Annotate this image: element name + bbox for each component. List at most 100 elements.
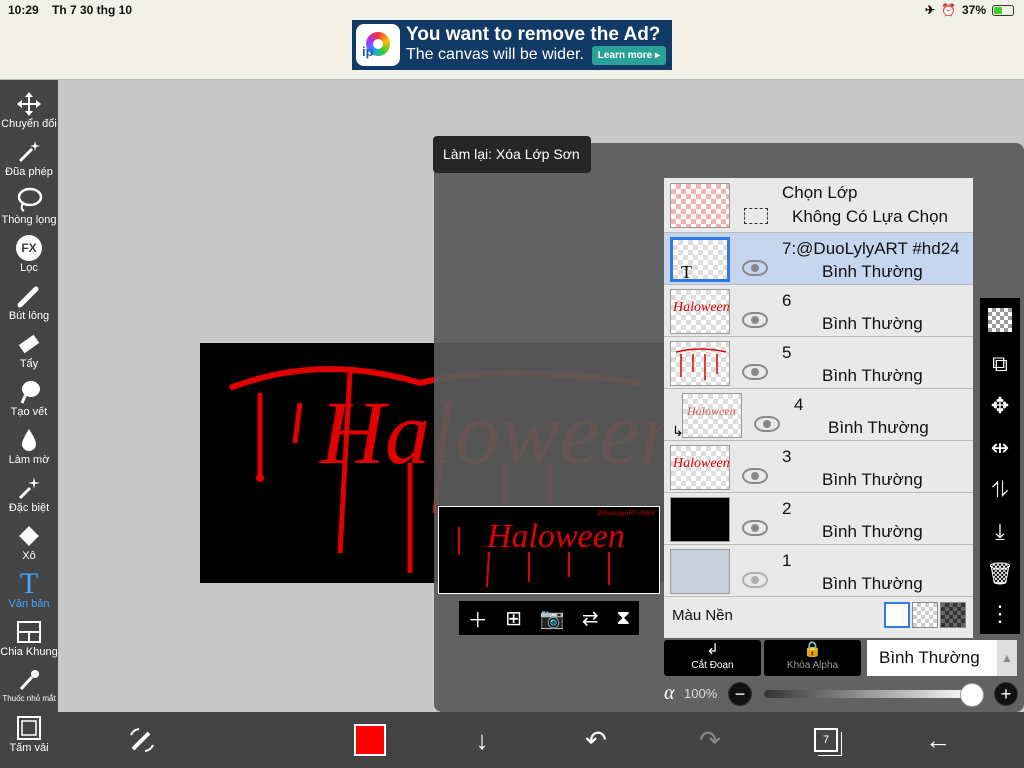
tool-frame-divider[interactable]: Chia Khung bbox=[0, 618, 58, 666]
tool-canvas[interactable]: Tấm vải bbox=[0, 714, 58, 762]
layers-stack-icon[interactable]: 7 bbox=[806, 720, 846, 760]
duplicate-layer-icon[interactable]: ⊞ bbox=[505, 606, 522, 631]
flip-icon[interactable]: ⇄ bbox=[582, 606, 599, 631]
alpha-symbol: α bbox=[664, 682, 675, 704]
tool-special[interactable]: Đặc biệt bbox=[0, 474, 58, 522]
status-right: ✈ ⏰ 37% bbox=[925, 3, 1014, 17]
bg-white-swatch[interactable] bbox=[884, 602, 910, 628]
background-label: Màu Nền bbox=[672, 607, 733, 624]
tool-blur[interactable]: Làm mờ bbox=[0, 426, 58, 474]
layer-row[interactable]: Haloween ↳ 4 Bình Thường bbox=[664, 389, 973, 441]
triangle-up-icon[interactable]: ▲ bbox=[997, 640, 1017, 676]
clip-arrow-icon: ↲ bbox=[706, 641, 719, 658]
layer-name: 6 bbox=[782, 291, 792, 310]
minus-icon[interactable]: − bbox=[728, 682, 752, 706]
layer-row[interactable]: 2 Bình Thường bbox=[664, 493, 973, 545]
battery-icon bbox=[992, 4, 1014, 16]
tool-lasso[interactable]: Thòng lọng bbox=[0, 186, 58, 234]
tool-filter[interactable]: FX Lọc bbox=[0, 234, 58, 282]
bg-dark-checker-swatch[interactable] bbox=[940, 602, 966, 628]
merge-down-icon[interactable]: ⤓ bbox=[980, 512, 1020, 552]
tool-transform[interactable]: Chuyển đổi bbox=[0, 90, 58, 138]
flip-vertical-icon[interactable]: ⥮ bbox=[980, 470, 1020, 510]
alpha-lock-label: Khóa Alpha bbox=[786, 660, 839, 671]
airplane-icon: ✈ bbox=[924, 3, 936, 17]
ad-learn-more-button[interactable]: Learn more ▸ bbox=[591, 46, 666, 65]
opacity-value: 100% bbox=[684, 686, 718, 701]
layer-selection-row[interactable]: Chọn Lớp Không Có Lựa Chọn bbox=[664, 178, 973, 233]
tool-label: Tạo vết bbox=[10, 406, 48, 418]
layer-thumbnail bbox=[670, 341, 730, 386]
trash-icon[interactable]: 🗑 bbox=[980, 554, 1020, 594]
tool-eraser[interactable]: Tẩy bbox=[0, 330, 58, 378]
select-layer-icon[interactable]: ⧉ bbox=[980, 344, 1020, 384]
visibility-eye-icon[interactable] bbox=[742, 468, 768, 484]
eraser-icon bbox=[0, 330, 58, 358]
layer-row[interactable]: 1 Bình Thường bbox=[664, 545, 973, 597]
layer-row[interactable]: T 7:@DuoLylyART #hd24 Bình Thường bbox=[664, 233, 973, 285]
lasso-icon bbox=[0, 186, 58, 214]
opacity-slider-knob[interactable] bbox=[960, 683, 984, 707]
back-arrow-icon[interactable]: ← bbox=[918, 720, 958, 760]
redo-icon[interactable]: ↷ bbox=[690, 720, 730, 760]
tool-sidebar: Chuyển đổi Đũa phép Thòng lọng FX Lọc Bú… bbox=[0, 80, 58, 768]
preview-toolbar: ＋ ⊞ 📷 ⇄ ⧗ bbox=[459, 601, 639, 635]
tool-label: Đũa phép bbox=[5, 166, 53, 178]
color-swatch[interactable] bbox=[350, 720, 390, 760]
layer-row[interactable]: Haloween 6 Bình Thường bbox=[664, 285, 973, 337]
layer-thumbnail bbox=[670, 497, 730, 542]
tool-eyedropper[interactable]: Thuốc nhỏ mắt bbox=[0, 666, 58, 714]
tool-magic-wand[interactable]: Đũa phép bbox=[0, 138, 58, 186]
plus-icon[interactable]: + bbox=[994, 682, 1018, 706]
bg-transparent-swatch[interactable] bbox=[912, 602, 938, 628]
undo-toast: Làm lại: Xóa Lớp Sơn bbox=[433, 136, 591, 173]
tool-brush[interactable]: Bút lông bbox=[0, 282, 58, 330]
flip-horizontal-icon[interactable]: ⇹ bbox=[980, 428, 1020, 468]
more-options-icon[interactable]: ⋮ bbox=[980, 594, 1020, 634]
layer-thumb-text: Haloween bbox=[673, 300, 730, 315]
selection-title: Chọn Lớp bbox=[782, 183, 858, 202]
visibility-eye-icon[interactable] bbox=[754, 416, 780, 432]
visibility-eye-icon[interactable] bbox=[742, 520, 768, 536]
move-layer-icon[interactable]: ✥ bbox=[980, 386, 1020, 426]
arrow-down-icon[interactable]: ↓ bbox=[462, 720, 502, 760]
sparkle-icon bbox=[0, 474, 58, 502]
frame-divider-icon bbox=[0, 618, 58, 646]
visibility-eye-icon[interactable] bbox=[742, 364, 768, 380]
tool-text[interactable]: T Văn bản bbox=[0, 567, 58, 618]
layer-actions-bar: ⧉ ✥ ⇹ ⥮ ⤓ 🗑 ⋮ bbox=[980, 298, 1020, 634]
clipping-arrow-icon: ↳ bbox=[672, 423, 684, 439]
camera-icon[interactable]: 📷 bbox=[540, 606, 565, 631]
clipping-button[interactable]: ↲ Cắt Đoạn bbox=[664, 640, 761, 676]
blend-mode-select[interactable]: Bình Thường bbox=[867, 640, 997, 676]
layer-thumb-glyph: T bbox=[681, 262, 692, 282]
move-icon bbox=[0, 90, 58, 118]
checkerboard-icon[interactable] bbox=[980, 300, 1020, 340]
layer-row[interactable]: Haloween 3 Bình Thường bbox=[664, 441, 973, 493]
selection-subtitle: Không Có Lựa Chọn bbox=[792, 207, 948, 226]
selection-marquee-icon bbox=[744, 208, 768, 224]
bottom-toolbar: ↓ ↶ ↷ 7 ← bbox=[58, 712, 1024, 768]
tool-bucket[interactable]: Xô bbox=[0, 522, 58, 570]
tool-label: Xô bbox=[22, 550, 36, 562]
layer-thumbnail: Haloween bbox=[682, 393, 742, 438]
layer-name: 4 bbox=[794, 395, 804, 414]
ibis-logo-icon: ip bbox=[356, 24, 400, 66]
preview-art-text: Haloween bbox=[486, 518, 625, 555]
undo-icon[interactable]: ↶ bbox=[576, 720, 616, 760]
add-layer-icon[interactable]: ＋ bbox=[468, 604, 488, 633]
visibility-eye-icon[interactable] bbox=[742, 572, 768, 588]
alpha-lock-button[interactable]: 🔒 Khóa Alpha bbox=[764, 640, 861, 676]
visibility-eye-icon[interactable] bbox=[742, 260, 768, 276]
ad-banner[interactable]: ip You want to remove the Ad? The canvas… bbox=[352, 20, 672, 70]
opacity-slider[interactable] bbox=[764, 690, 974, 698]
layer-row[interactable]: 5 Bình Thường bbox=[664, 337, 973, 389]
layer-blend-mode: Bình Thường bbox=[828, 418, 929, 437]
tool-smudge[interactable]: Tạo vết bbox=[0, 378, 58, 426]
layer-list: Chọn Lớp Không Có Lựa Chọn T 7:@DuoLylyA… bbox=[664, 178, 973, 638]
selection-thumbnail bbox=[670, 183, 730, 228]
visibility-eye-icon[interactable] bbox=[742, 312, 768, 328]
status-date: Th 7 30 thg 10 bbox=[52, 3, 133, 17]
merge-down-icon[interactable]: ⧗ bbox=[616, 607, 630, 630]
brush-swap-icon[interactable] bbox=[122, 720, 162, 760]
